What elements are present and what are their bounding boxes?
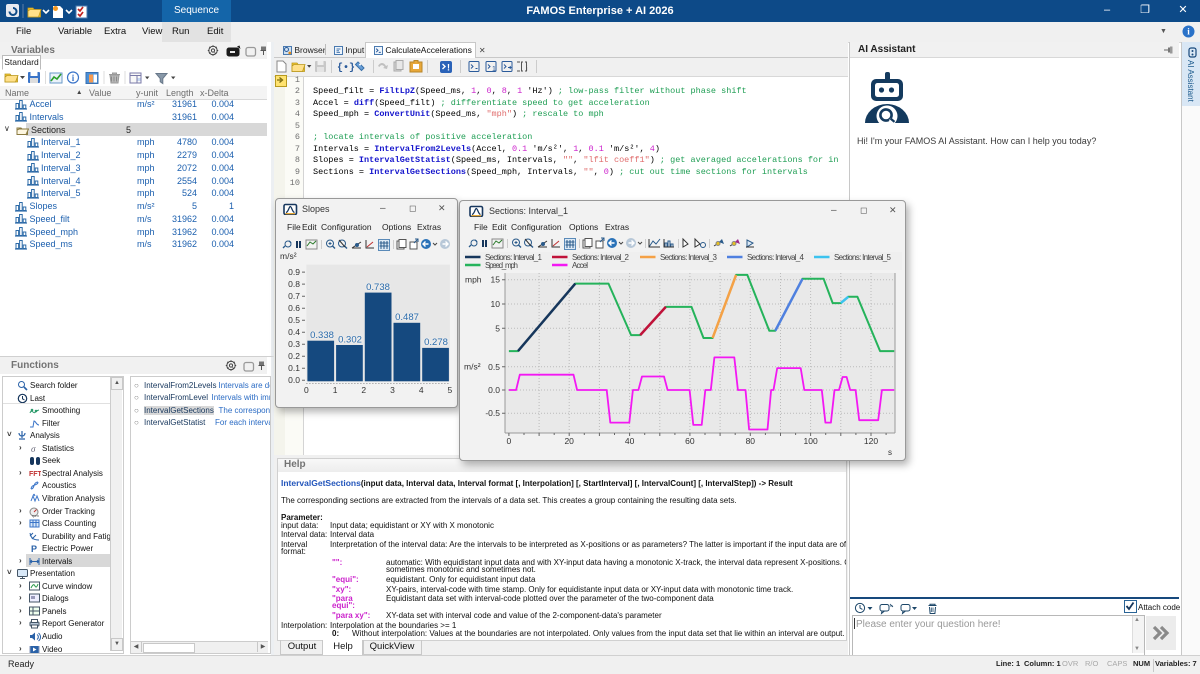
svg-text:0.4: 0.4 — [288, 327, 300, 337]
svg-text:0.6: 0.6 — [288, 303, 300, 313]
svg-text:2: 2 — [361, 385, 366, 395]
svg-text:0.5: 0.5 — [288, 315, 300, 325]
svg-text:-0.5: -0.5 — [485, 408, 500, 418]
svg-text:σ: σ — [31, 444, 36, 454]
svg-text:0.278: 0.278 — [424, 337, 448, 348]
svg-text:mph: mph — [465, 275, 482, 285]
svg-text:s: s — [888, 448, 892, 457]
svg-text:4: 4 — [419, 385, 424, 395]
svg-text:Sections: Interval_3: Sections: Interval_3 — [660, 253, 718, 262]
svg-text:15: 15 — [491, 275, 501, 285]
svg-text:0.3: 0.3 — [288, 339, 300, 349]
svg-text:1: 1 — [333, 385, 338, 395]
svg-text:0.0: 0.0 — [488, 385, 500, 395]
svg-text:P: P — [31, 544, 37, 554]
svg-text:0.5: 0.5 — [488, 362, 500, 372]
svg-text:0.487: 0.487 — [395, 312, 419, 323]
svg-text:0.338: 0.338 — [310, 330, 334, 341]
svg-text:0.2: 0.2 — [288, 351, 300, 361]
svg-text:120: 120 — [864, 436, 878, 446]
svg-text:Accel: Accel — [572, 261, 588, 270]
svg-text:i: i — [526, 66, 528, 73]
svg-text:Speed_mph: Speed_mph — [485, 261, 518, 270]
svg-text:20: 20 — [564, 436, 574, 446]
svg-text:80: 80 — [746, 436, 756, 446]
svg-text:0.0: 0.0 — [288, 375, 300, 385]
svg-text:m/s²: m/s² — [464, 362, 481, 372]
svg-text:0.738: 0.738 — [366, 282, 390, 293]
svg-text:3: 3 — [390, 385, 395, 395]
svg-text:0.7: 0.7 — [288, 291, 300, 301]
svg-text:1: 1 — [492, 66, 496, 73]
svg-text:rpm: rpm — [32, 513, 40, 518]
svg-text:40: 40 — [625, 436, 635, 446]
svg-text:!: ! — [447, 63, 450, 73]
svg-text:5: 5 — [448, 385, 453, 395]
svg-text:0.8: 0.8 — [288, 279, 300, 289]
svg-text:100: 100 — [804, 436, 818, 446]
svg-text:Sections: Interval_4: Sections: Interval_4 — [747, 253, 805, 262]
svg-text:10: 10 — [491, 299, 501, 309]
svg-text:0.9: 0.9 — [288, 267, 300, 277]
svg-text:FFT: FFT — [29, 471, 41, 478]
svg-text:0: 0 — [507, 436, 512, 446]
svg-text:{•}: {•} — [337, 62, 355, 74]
svg-text:0: 0 — [304, 385, 309, 395]
svg-text:0.302: 0.302 — [338, 335, 362, 346]
svg-text:60: 60 — [685, 436, 695, 446]
svg-text:0.1: 0.1 — [288, 363, 300, 373]
svg-text:Sections: Interval_5: Sections: Interval_5 — [834, 253, 892, 262]
svg-text:5: 5 — [495, 323, 500, 333]
